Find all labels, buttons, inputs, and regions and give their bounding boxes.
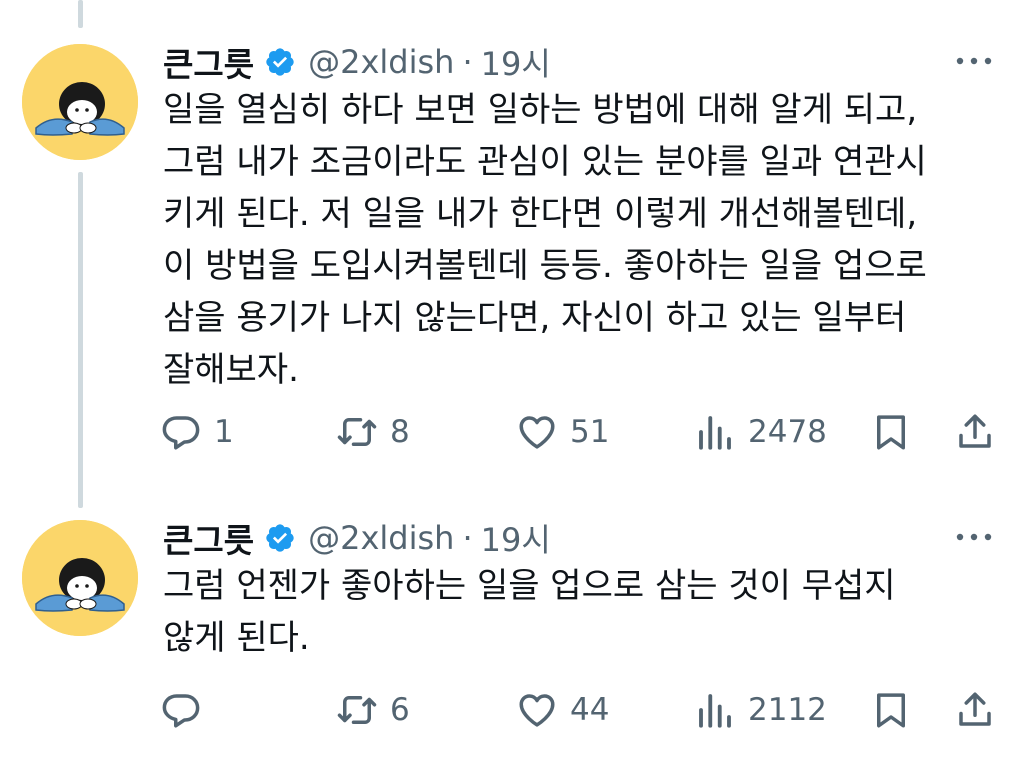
like-button[interactable]: 44 (516, 686, 609, 734)
author-name[interactable]: 큰그릇 (163, 514, 254, 562)
repost-button[interactable]: 8 (336, 408, 410, 456)
tweet-text: 그럼 언젠가 좋아하는 일을 업으로 삼는 것이 무섭지 않게 된다. (163, 560, 998, 664)
views-count: 2478 (748, 414, 827, 450)
separator-dot: · (462, 43, 473, 81)
separator-dot: · (462, 519, 473, 557)
repost-count: 6 (390, 692, 410, 728)
text-line: 키게 된다. 저 일을 내가 한다면 이렇게 개선해볼텐데, (163, 194, 918, 234)
repost-button[interactable]: 6 (336, 686, 410, 734)
heart-icon (519, 694, 555, 727)
text-line: 일을 열심히 하다 보면 일하는 방법에 대해 알게 되고, (163, 90, 918, 130)
repost-arrows-icon (337, 418, 377, 446)
author-handle[interactable]: @2xldish (308, 43, 454, 81)
tweet-text: 일을 열심히 하다 보면 일하는 방법에 대해 알게 되고, 그럼 내가 조금이… (163, 84, 998, 396)
timestamp[interactable]: 19시 (481, 39, 551, 85)
text-line: 잘해보자. (163, 350, 299, 390)
views-bars-icon (699, 694, 731, 728)
share-button[interactable] (954, 408, 996, 456)
avatar[interactable] (22, 520, 138, 636)
tweet[interactable]: 큰그릇 @2xldish · 19시 일을 열심히 하다 보면 일하는 방법에 … (0, 40, 1024, 470)
bookmark-button[interactable] (870, 408, 912, 456)
avatar-illustration (22, 520, 138, 636)
text-line: 그럼 언젠가 좋아하는 일을 업으로 삼는 것이 무섭지 (163, 566, 896, 606)
tweet[interactable]: 큰그릇 @2xldish · 19시 그럼 언젠가 좋아하는 일을 업으로 삼는… (0, 516, 1024, 766)
avatar-illustration (22, 44, 138, 160)
views-button[interactable]: 2478 (694, 408, 827, 456)
views-count: 2112 (748, 692, 827, 728)
verified-badge-icon (264, 522, 296, 554)
repost-count: 8 (390, 414, 410, 450)
reply-button[interactable] (160, 686, 214, 734)
text-line: 않게 된다. (163, 618, 310, 658)
reply-button[interactable]: 1 (160, 408, 234, 456)
action-bar: 6 44 2112 (160, 686, 1000, 734)
bookmark-icon (877, 693, 905, 728)
more-dots-icon[interactable] (954, 46, 994, 76)
share-upload-icon (959, 414, 991, 448)
like-button[interactable]: 51 (516, 408, 609, 456)
text-line: 삼을 용기가 나지 않는다면, 자신이 하고 있는 일부터 (163, 298, 907, 338)
heart-icon (519, 416, 555, 449)
timestamp[interactable]: 19시 (481, 515, 551, 561)
action-bar: 1 8 51 2478 (160, 408, 1000, 456)
author-name[interactable]: 큰그릇 (163, 38, 254, 86)
verified-badge-icon (264, 46, 296, 78)
reply-bubble-icon (162, 694, 200, 728)
views-bars-icon (699, 416, 731, 450)
bookmark-icon (877, 415, 905, 450)
bookmark-button[interactable] (870, 686, 912, 734)
reply-count: 1 (214, 414, 234, 450)
views-button[interactable]: 2112 (694, 686, 827, 734)
avatar[interactable] (22, 44, 138, 160)
share-upload-icon (959, 692, 991, 726)
reply-bubble-icon (162, 416, 200, 450)
share-button[interactable] (954, 686, 996, 734)
tweet-header: 큰그릇 @2xldish · 19시 (163, 40, 551, 84)
tweet-header: 큰그릇 @2xldish · 19시 (163, 516, 551, 560)
like-count: 51 (570, 414, 610, 450)
like-count: 44 (570, 692, 610, 728)
text-line: 그럼 내가 조금이라도 관심이 있는 분야를 일과 연관시 (163, 142, 927, 182)
text-line: 이 방법을 도입시켜볼텐데 등등. 좋아하는 일을 업으로 (163, 246, 927, 286)
author-handle[interactable]: @2xldish (308, 519, 454, 557)
thread-line-top (78, 0, 83, 28)
repost-arrows-icon (337, 696, 377, 724)
more-dots-icon[interactable] (954, 522, 994, 552)
